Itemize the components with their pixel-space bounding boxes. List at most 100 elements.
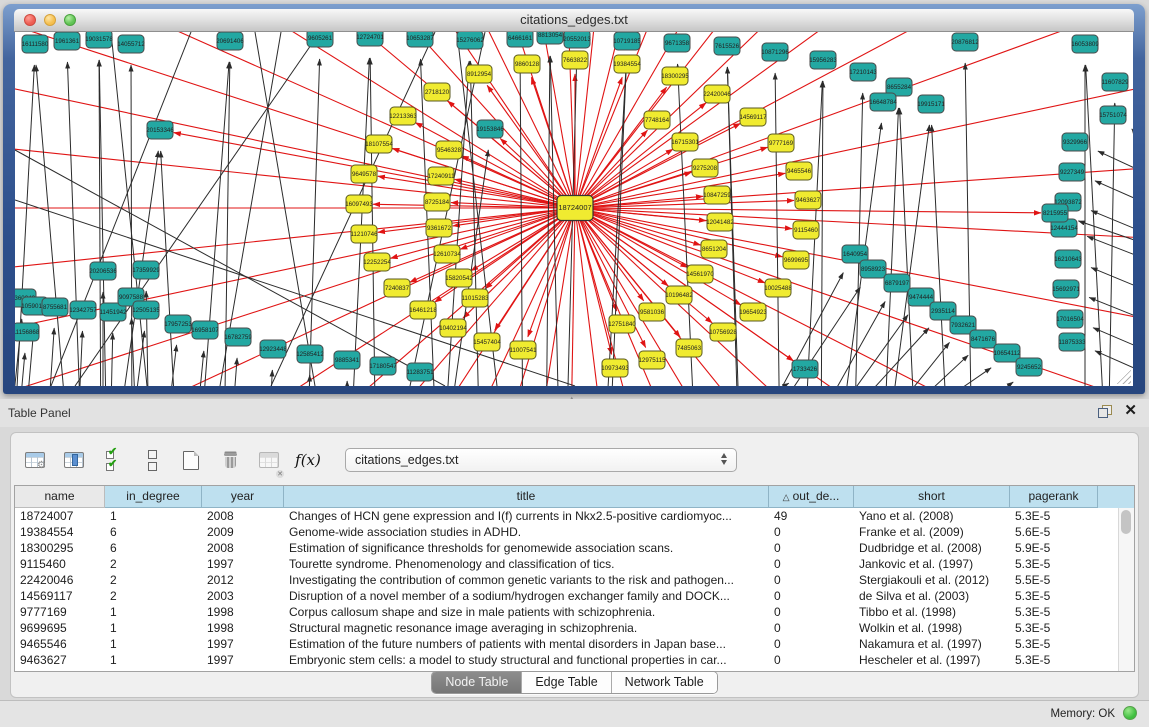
network-window-titlebar[interactable]: citations_edges.txt [14,9,1134,32]
svg-text:8755681: 8755681 [43,304,68,311]
table-row[interactable]: 1872400712008Changes of HCN gene express… [15,508,1134,524]
table-options-icon[interactable]: ⚙ [21,445,49,475]
cell-title: Changes of HCN gene expression and I(f) … [284,508,769,524]
svg-text:16958107: 16958107 [191,327,219,334]
close-panel-icon[interactable]: ✕ [1124,404,1137,418]
tab-network-table[interactable]: Network Table [612,672,717,693]
table-selector-dropdown[interactable]: citations_edges.txt [345,448,737,472]
table-row[interactable]: 1456911722003Disruption of a novel membe… [15,588,1134,604]
svg-text:9649578: 9649578 [352,171,377,178]
svg-text:15692971: 15692971 [1052,286,1080,293]
show-column-icon[interactable] [60,445,88,475]
cell-short: Yano et al. (2008) [854,508,1010,524]
svg-text:12505135: 12505135 [132,307,160,314]
svg-text:12213363: 12213363 [389,113,417,120]
network-window[interactable]: citations_edges.txt 16111580196136119031… [3,4,1145,394]
column-header-out_degree[interactable]: △out_de... [769,486,854,508]
scrollbar-thumb[interactable] [1121,510,1131,534]
cell-in_degree: 1 [105,652,202,668]
svg-text:12252254: 12252254 [363,259,391,266]
svg-text:2718120: 2718120 [425,89,450,96]
table-row[interactable]: 946362711997Embryonic stem cells: a mode… [15,652,1134,668]
svg-text:9115460: 9115460 [794,227,818,234]
cell-in_degree: 1 [105,508,202,524]
table-row[interactable]: 1830029562008Estimation of significance … [15,540,1134,556]
cell-name: 9465546 [15,636,105,652]
table-row[interactable]: 946554611997Estimation of the future num… [15,636,1134,652]
cell-year: 1998 [202,620,284,636]
svg-text:19654923: 19654923 [739,309,767,316]
cell-year: 2012 [202,572,284,588]
svg-text:14561970: 14561970 [686,271,714,278]
column-header-name[interactable]: name [15,486,105,508]
zoom-window-button[interactable] [64,14,76,26]
cell-name: 9463627 [15,652,105,668]
table-row[interactable]: 911546021997Tourette syndrome. Phenomeno… [15,556,1134,572]
node-table: namein_degreeyeartitle△out_de...shortpag… [14,485,1135,672]
svg-text:12342757: 12342757 [69,307,97,314]
tab-node-table[interactable]: Node Table [432,672,522,693]
svg-text:8813054: 8813054 [538,32,563,39]
svg-text:18107554: 18107554 [365,141,393,148]
tab-edge-table[interactable]: Edge Table [522,672,611,693]
cell-year: 1997 [202,636,284,652]
svg-text:11607829: 11607829 [1101,79,1129,86]
svg-text:10402194: 10402194 [439,325,467,332]
svg-text:7748164: 7748164 [645,117,670,124]
column-header-in_degree[interactable]: in_degree [105,486,202,508]
cell-pagerank: 5.3E-5 [1010,620,1098,636]
column-header-short[interactable]: short [854,486,1010,508]
svg-text:19153846: 19153846 [476,126,504,133]
table-panel-header: Table Panel ✕ [0,399,1149,427]
svg-text:20691406: 20691406 [216,38,244,45]
svg-text:11875333: 11875333 [1058,339,1086,346]
status-bar: Memory: OK [0,700,1149,727]
column-header-pagerank[interactable]: pagerank [1010,486,1098,508]
minimize-window-button[interactable] [44,14,56,26]
svg-text:12975115: 12975115 [638,357,666,364]
table-row[interactable]: 969969511998Structural magnetic resonanc… [15,620,1134,636]
svg-text:9605261: 9605261 [308,35,333,42]
function-builder-icon[interactable]: f(x) [294,445,322,475]
svg-text:16097493: 16097493 [345,201,373,208]
svg-text:11210746: 11210746 [350,231,378,238]
cell-pagerank: 5.3E-5 [1010,556,1098,572]
svg-text:22420046: 22420046 [703,91,731,98]
cell-year: 2008 [202,508,284,524]
network-graph[interactable]: 1611158019613611903157814055712206914069… [15,32,1133,386]
cell-short: Jankovic et al. (1997) [854,556,1010,572]
cell-in_degree: 2 [105,572,202,588]
delete-icon[interactable] [216,445,244,475]
network-canvas[interactable]: 1611158019613611903157814055712206914069… [15,32,1133,386]
gear-icon: ⚙ [37,460,46,471]
float-window-icon[interactable] [1098,405,1112,418]
clear-selection-icon[interactable] [138,445,166,475]
new-table-icon[interactable] [177,445,205,475]
svg-text:20552013: 20552013 [563,36,591,43]
cell-name: 19384554 [15,524,105,540]
vertical-scrollbar[interactable] [1118,508,1134,671]
table-row[interactable]: 977716911998Corpus callosum shape and si… [15,604,1134,620]
svg-text:17957253: 17957253 [164,321,192,328]
cell-out_degree: 0 [769,636,854,652]
close-window-button[interactable] [24,14,36,26]
svg-text:11283751: 11283751 [406,369,434,376]
cell-year: 2009 [202,524,284,540]
table-row[interactable]: 1938455462009Genome-wide association stu… [15,524,1134,540]
svg-text:16053809: 16053809 [1071,41,1099,48]
svg-text:12923448: 12923448 [259,346,287,353]
svg-text:7240837: 7240837 [385,285,410,292]
cell-title: Tourette syndrome. Phenomenology and cla… [284,556,769,572]
svg-text:2935114: 2935114 [931,308,955,315]
table-row[interactable]: 2242004622012Investigating the contribut… [15,572,1134,588]
cell-title: Genome-wide association studies in ADHD. [284,524,769,540]
memory-status-indicator[interactable] [1123,706,1137,720]
cell-in_degree: 6 [105,540,202,556]
column-header-title[interactable]: title [284,486,769,508]
svg-text:20153346: 20153346 [146,127,174,134]
select-all-icon[interactable]: ✔ ✔ [99,445,127,475]
svg-text:10025488: 10025488 [764,285,792,292]
svg-text:17240911: 17240911 [427,173,455,180]
column-header-year[interactable]: year [202,486,284,508]
svg-text:12610734: 12610734 [433,251,461,258]
